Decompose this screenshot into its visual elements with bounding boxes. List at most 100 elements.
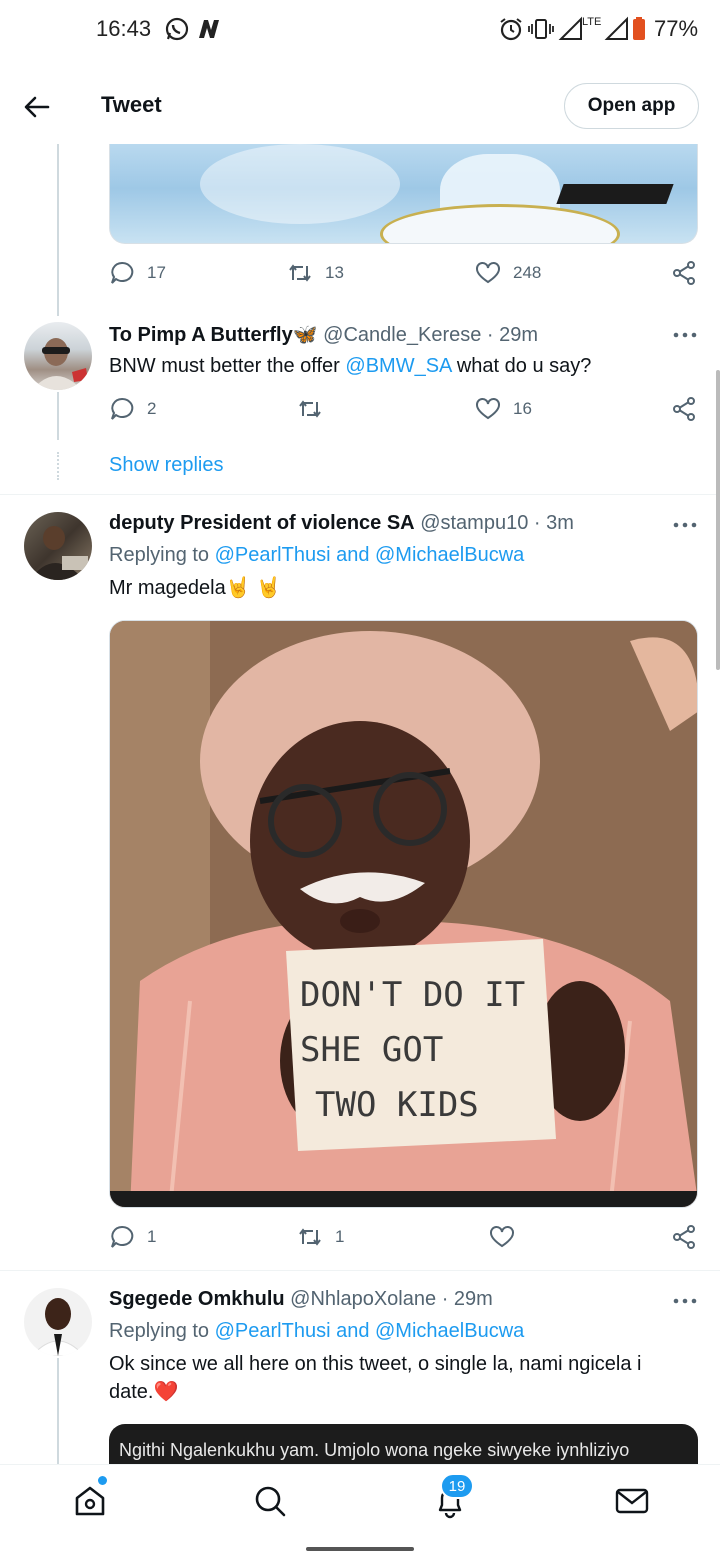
like-button[interactable]: 248: [475, 260, 541, 286]
mention-link[interactable]: @BMW_SA: [345, 355, 451, 377]
home-unread-dot: [98, 1476, 107, 1485]
thread-line: [57, 392, 59, 440]
battery-icon: [633, 17, 645, 40]
show-replies-link[interactable]: Show replies: [109, 454, 224, 477]
author-handle[interactable]: @stampu10: [420, 512, 528, 534]
gesture-handle[interactable]: [306, 1547, 414, 1551]
reply-count: 1: [147, 1227, 157, 1246]
bottom-navigation: [0, 1464, 720, 1538]
tweet-text-part: what do u say?: [451, 355, 592, 377]
open-app-button[interactable]: Open app: [564, 83, 699, 129]
avatar[interactable]: [24, 322, 92, 390]
tweet-text-line: Ok since we all here on this tweet, o si…: [109, 1353, 642, 1375]
avatar-image: [31, 1298, 85, 1356]
author-name[interactable]: Sgegede Omkhulu: [109, 1288, 285, 1310]
like-count: 248: [513, 263, 542, 282]
thread-dots: [57, 452, 59, 480]
replying-to-users-link[interactable]: @PearlThusi and @MichaelBucwa: [215, 1320, 525, 1342]
replying-to: Replying to @PearlThusi and @MichaelBucw…: [109, 1320, 524, 1343]
meme-image: DON'T DO IT SHE GOT TWO KIDS: [110, 621, 697, 1207]
tweet-time: · 29m: [441, 1288, 493, 1310]
like-count: 16: [513, 399, 532, 418]
tweet-header: To Pimp A Butterfly🦋 @Candle_Kerese · 29…: [109, 322, 538, 347]
reply-icon: [111, 397, 134, 420]
tweet-media-image[interactable]: Ngithi Ngalenkukhu yam. Umjolo wona ngek…: [109, 1424, 698, 1464]
retweet-button[interactable]: 1: [297, 1224, 344, 1250]
replying-label: Replying to: [109, 544, 215, 566]
share-button[interactable]: [671, 396, 697, 422]
reply-button[interactable]: 17: [109, 260, 166, 286]
retweet-count: 1: [335, 1227, 345, 1246]
replying-to: Replying to @PearlThusi and @MichaelBucw…: [109, 544, 524, 567]
sign-text-line-1: DON'T DO IT: [300, 975, 525, 1015]
divider: [0, 1270, 720, 1271]
reply-icon: [111, 1225, 134, 1248]
top-header: Tweet Open app: [0, 70, 720, 144]
reply-count: 17: [147, 263, 166, 282]
heart-icon: [476, 262, 500, 284]
more-options-icon[interactable]: [672, 520, 698, 530]
author-handle[interactable]: @NhlapoXolane: [290, 1288, 436, 1310]
alarm-icon: [500, 18, 522, 41]
tweet-actions: 17 13 248: [109, 260, 699, 290]
tweet-media-image[interactable]: DON'T DO IT SHE GOT TWO KIDS: [109, 620, 698, 1208]
reply-button[interactable]: 2: [109, 396, 156, 422]
share-icon: [673, 1225, 695, 1249]
retweet-icon: [289, 264, 311, 282]
heart-icon: [490, 1226, 514, 1248]
retweet-button[interactable]: 13: [287, 260, 344, 286]
avatar-image: [30, 526, 88, 580]
author-handle[interactable]: @Candle_Kerese: [323, 324, 481, 346]
retweet-button[interactable]: [297, 396, 335, 422]
sign-text-line-3: TWO KIDS: [315, 1085, 479, 1125]
share-icon: [673, 397, 695, 421]
heart-icon: [476, 398, 500, 420]
tweet-text: Mr magedela🤘 🤘: [109, 577, 282, 599]
avatar[interactable]: [24, 512, 92, 580]
more-options-icon[interactable]: [672, 330, 698, 340]
share-icon: [673, 261, 695, 285]
media-caption-text: Ngithi Ngalenkukhu yam. Umjolo wona ngek…: [119, 1440, 630, 1460]
tweet-time: · 29m: [486, 324, 539, 346]
share-button[interactable]: [671, 260, 697, 286]
like-button[interactable]: 16: [475, 396, 532, 422]
battery-percent: 77%: [654, 16, 699, 41]
reply-button[interactable]: 1: [109, 1224, 156, 1250]
signal-icon-2: [604, 16, 628, 40]
tweet-time: · 3m: [533, 512, 574, 534]
share-button[interactable]: [671, 1224, 697, 1250]
page-title: Tweet: [101, 92, 162, 117]
gesture-bar-area: [0, 1538, 720, 1560]
vibrate-icon: [528, 19, 554, 39]
retweet-icon: [299, 400, 321, 418]
home-icon[interactable]: [72, 1483, 108, 1519]
author-name[interactable]: To Pimp A Butterfly🦋: [109, 324, 318, 346]
thread-line: [57, 1358, 59, 1464]
tweet-text-part: BNW must better the offer: [109, 355, 346, 377]
tweet-media-image[interactable]: [109, 144, 698, 244]
tweet-text: BNW must better the offer @BMW_SA what d…: [109, 352, 591, 380]
like-button[interactable]: [489, 1224, 527, 1250]
avatar[interactable]: [24, 1288, 92, 1356]
tweet-actions: 2 16: [109, 396, 699, 426]
scrollbar[interactable]: [716, 370, 720, 670]
avatar-image: [32, 338, 88, 390]
replying-to-users-link[interactable]: @PearlThusi and @MichaelBucwa: [215, 544, 525, 566]
search-icon[interactable]: [252, 1483, 288, 1519]
more-options-icon[interactable]: [672, 1296, 698, 1306]
reply-icon: [111, 261, 134, 284]
tweet-text: Ok since we all here on this tweet, o si…: [109, 1350, 642, 1406]
retweet-count: 13: [325, 263, 344, 282]
thread-line: [57, 144, 59, 316]
status-bar: 16:43 LTE 77%: [0, 0, 720, 60]
back-arrow-icon[interactable]: [22, 92, 52, 122]
tweet-actions: 1 1: [109, 1224, 699, 1254]
divider: [0, 494, 720, 495]
tweet-header: deputy President of violence SA @stampu1…: [109, 512, 574, 535]
author-name[interactable]: deputy President of violence SA: [109, 512, 415, 534]
mail-icon[interactable]: [614, 1483, 650, 1519]
status-time: 16:43: [96, 16, 152, 41]
signal-icon: [558, 16, 582, 40]
replying-label: Replying to: [109, 1320, 215, 1342]
sign-text-line-2: SHE GOT: [300, 1030, 443, 1070]
